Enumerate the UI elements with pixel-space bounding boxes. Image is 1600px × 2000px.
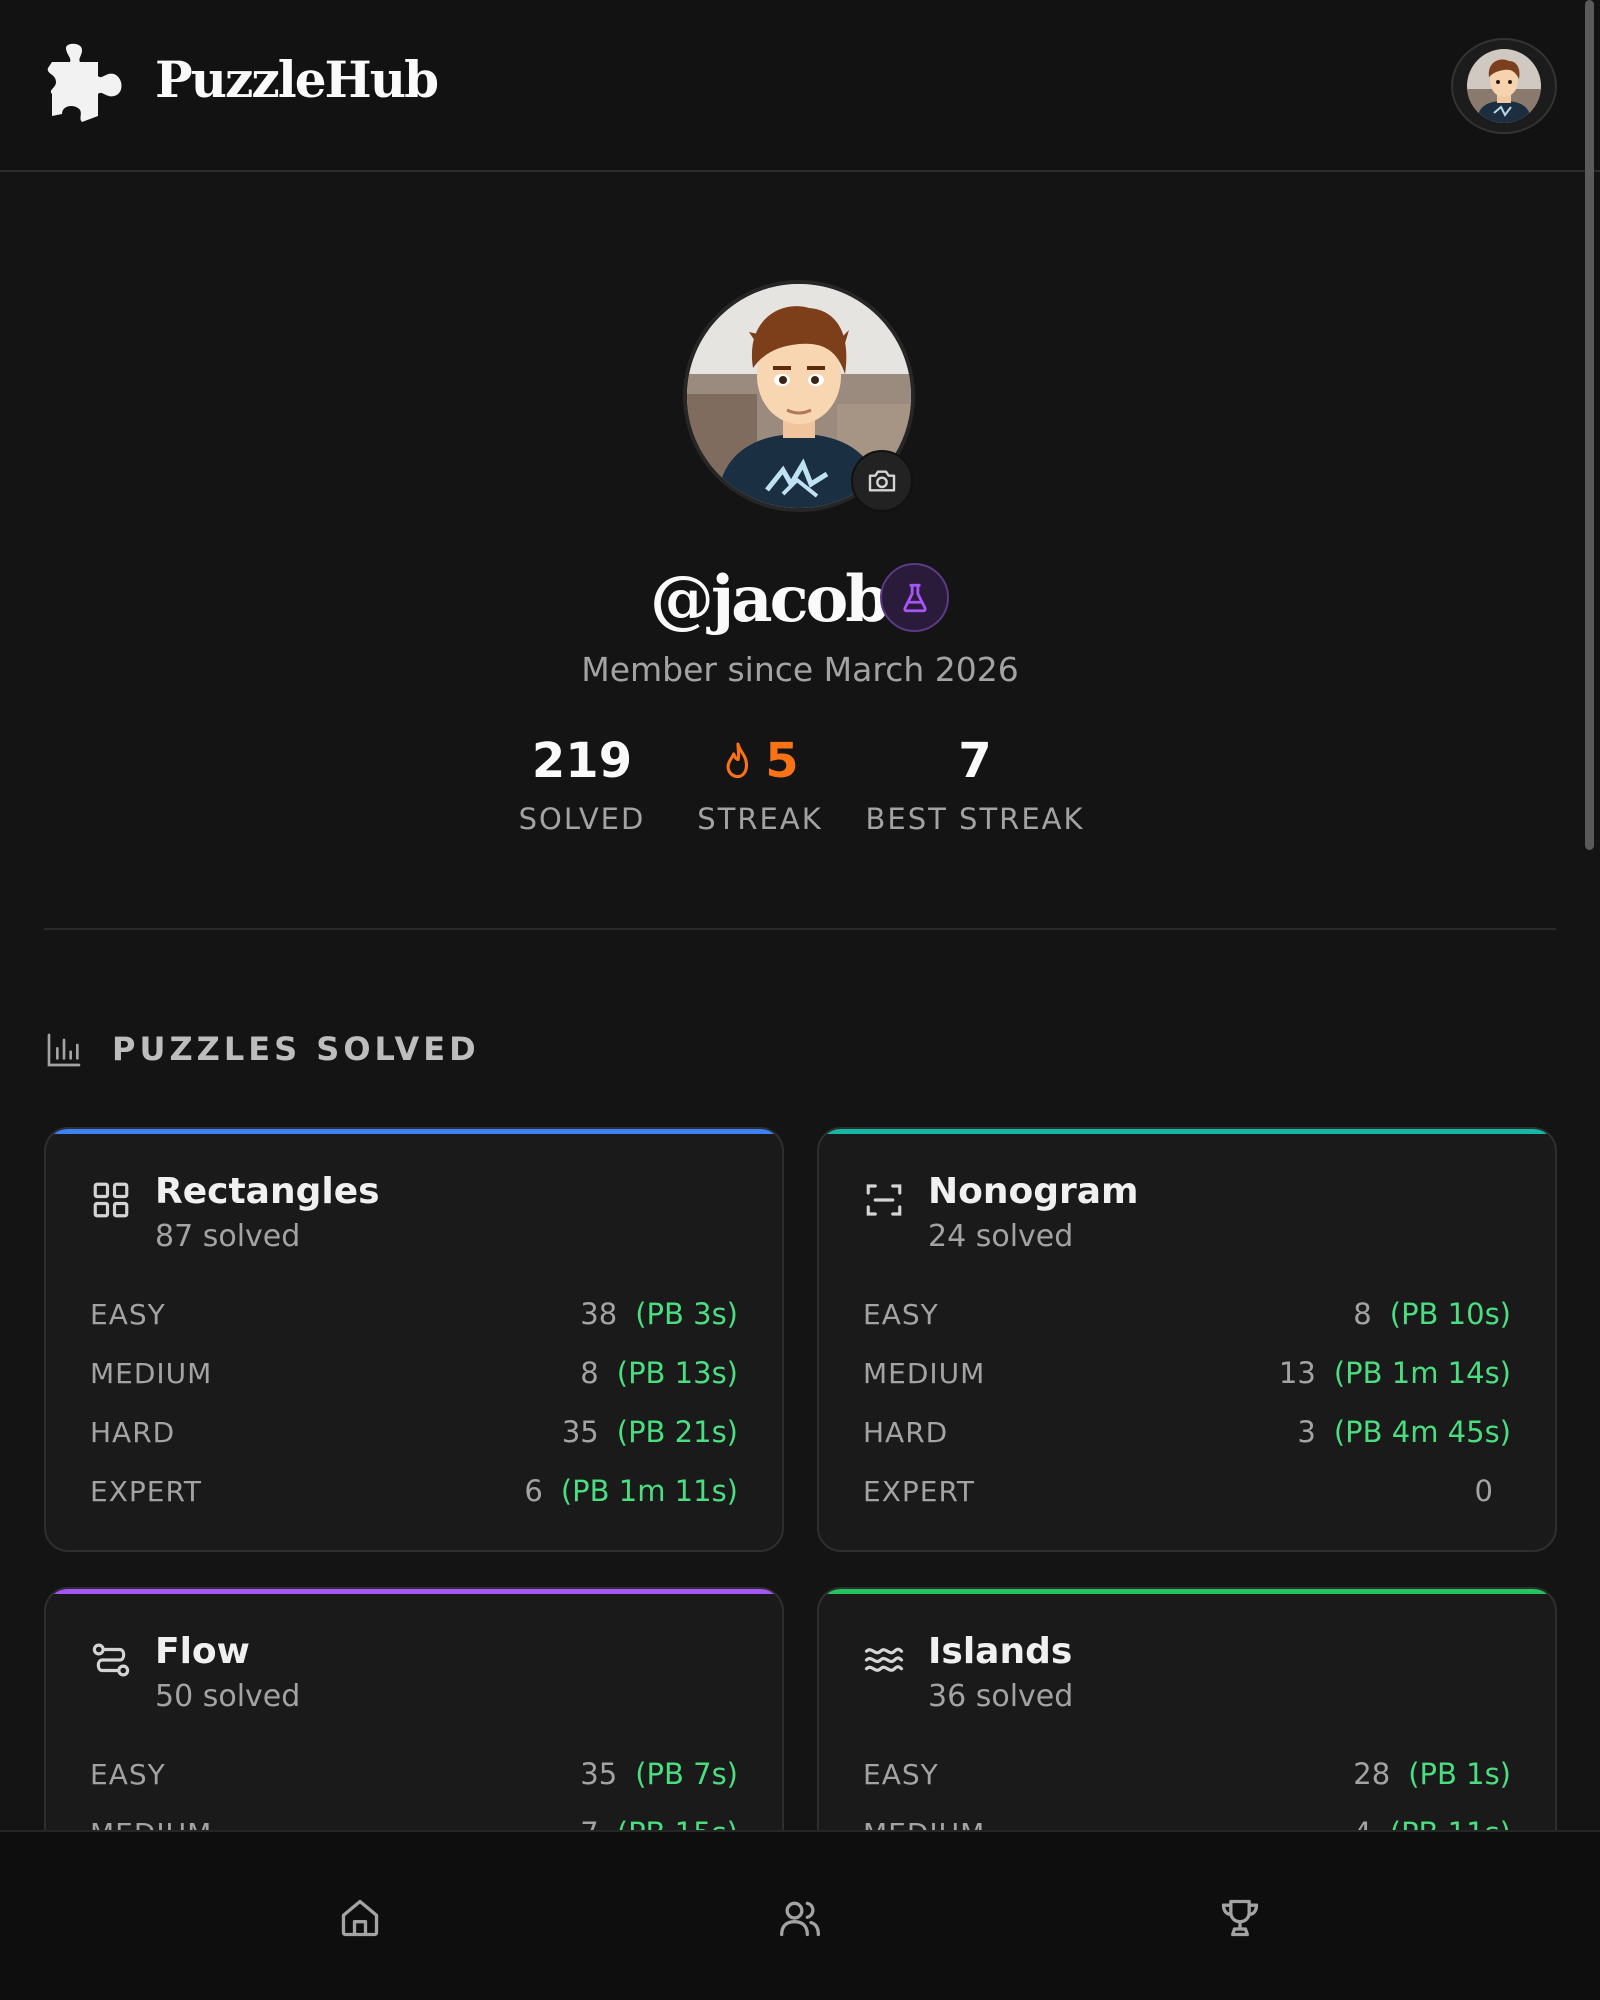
difficulty-count: 35 [580,1757,618,1791]
difficulty-count: 38 [580,1297,618,1331]
difficulty-row: EXPERT 0 [863,1466,1511,1516]
difficulty-count: 3 [1297,1415,1316,1449]
user-avatar-icon [1467,49,1541,123]
nav-friends-button[interactable] [760,1884,840,1952]
difficulty-label: EASY [90,1297,166,1331]
brand-name[interactable]: PuzzleHub [155,50,439,109]
scan-icon [866,1184,902,1216]
stat-solved-value: 219 [531,733,633,789]
difficulty-count: 35 [561,1415,599,1449]
difficulty-row: EASY 35 (PB 7s) [90,1749,738,1799]
card-accent-stripe [46,1129,782,1134]
route-icon [92,1643,130,1677]
difficulty-count: 8 [580,1356,599,1390]
divider [44,928,1556,930]
puzzle-card-rectangles[interactable]: Rectangles 87 solved EASY 38 (PB 3s) MED… [44,1127,784,1552]
stat-solved: 219 SOLVED [512,730,652,836]
card-title: Nonogram [928,1171,1139,1212]
difficulty-row: HARD 35 (PB 21s) [90,1407,738,1457]
top-bar: PuzzleHub [0,0,1600,172]
stat-solved-label: SOLVED [518,802,646,836]
difficulty-label: EXPERT [90,1474,202,1508]
puzzle-piece-icon[interactable] [44,40,128,130]
username: @jacob [650,562,890,637]
difficulty-row: EXPERT 6 (PB 1m 11s) [90,1466,738,1516]
card-title: Flow [155,1631,250,1672]
app-frame: PuzzleHub @jacob Member since March 2026… [0,0,1600,2000]
nav-leaderboard-button[interactable] [1200,1884,1280,1952]
difficulty-row: MEDIUM 8 (PB 13s) [90,1348,738,1398]
change-avatar-button[interactable] [851,450,913,512]
section-title: PUZZLES SOLVED [112,1030,480,1068]
beta-tester-badge[interactable] [880,563,949,632]
difficulty-count: 8 [1353,1297,1372,1331]
card-solved-count: 24 solved [928,1219,1074,1254]
difficulty-row: MEDIUM 13 (PB 1m 14s) [863,1348,1511,1398]
difficulty-label: HARD [863,1415,949,1449]
difficulty-count: 28 [1353,1757,1391,1791]
difficulty-row: EASY 28 (PB 1s) [863,1749,1511,1799]
card-accent-stripe [46,1589,782,1594]
difficulty-label: HARD [90,1415,176,1449]
flame-icon [726,742,749,779]
card-title: Rectangles [155,1171,380,1212]
personal-best: (PB 21s) [616,1415,738,1449]
stat-best-streak-value: 7 [958,733,992,789]
bottom-nav [0,1830,1600,2000]
nav-home-button[interactable] [320,1884,400,1952]
personal-best: (PB 1m 14s) [1333,1356,1511,1390]
member-since: Member since March 2026 [581,650,1019,689]
personal-best: (PB 1s) [1408,1757,1511,1791]
difficulty-label: MEDIUM [863,1356,986,1390]
difficulty-row: HARD 3 (PB 4m 45s) [863,1407,1511,1457]
card-accent-stripe [819,1129,1555,1134]
home-icon [341,1899,379,1937]
difficulty-label: MEDIUM [90,1356,213,1390]
personal-best: (PB 13s) [616,1356,738,1390]
card-solved-count: 36 solved [928,1679,1074,1714]
stat-streak-value: 5 [765,733,799,789]
card-solved-count: 50 solved [155,1679,301,1714]
personal-best: (PB 3s) [635,1297,738,1331]
stat-streak-label: STREAK [697,802,823,836]
users-icon [780,1901,820,1937]
stat-streak-value-wrap: 5 [690,730,830,792]
difficulty-row: EASY 8 (PB 10s) [863,1289,1511,1339]
personal-best: (PB 1m 11s) [560,1474,738,1508]
waves-icon [864,1647,904,1672]
difficulty-label: EASY [863,1757,939,1791]
stat-streak: 5 STREAK [690,730,830,836]
personal-best: (PB 10s) [1389,1297,1511,1331]
puzzle-card-nonogram[interactable]: Nonogram 24 solved EASY 8 (PB 10s) MEDIU… [817,1127,1557,1552]
card-accent-stripe [819,1589,1555,1594]
difficulty-label: EASY [863,1297,939,1331]
camera-icon [868,470,896,492]
personal-best: (PB 7s) [635,1757,738,1791]
scrollbar[interactable] [1585,0,1594,850]
difficulty-row: EASY 38 (PB 3s) [90,1289,738,1339]
flask-icon [902,583,927,612]
grid-icon [93,1182,129,1218]
card-title: Islands [928,1631,1073,1672]
stat-best-streak-label: BEST STREAK [865,802,1085,836]
trophy-icon [1221,1899,1259,1937]
difficulty-count: 13 [1278,1356,1316,1390]
difficulty-label: EASY [90,1757,166,1791]
bar-chart-icon [47,1033,81,1067]
stat-best-streak: 7 BEST STREAK [862,730,1088,836]
difficulty-count: 0 [1474,1474,1493,1508]
difficulty-label: EXPERT [863,1474,975,1508]
personal-best: (PB 4m 45s) [1333,1415,1511,1449]
difficulty-count: 6 [524,1474,543,1508]
header-avatar-button[interactable] [1451,38,1557,134]
card-solved-count: 87 solved [155,1219,301,1254]
